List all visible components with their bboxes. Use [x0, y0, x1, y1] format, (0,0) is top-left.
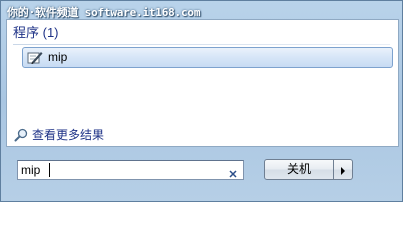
magnifier-icon: [14, 127, 28, 142]
see-more-results-link[interactable]: 查看更多结果: [14, 126, 104, 142]
shutdown-button[interactable]: 关机: [264, 159, 334, 180]
program-item-label: mip: [48, 50, 68, 64]
shutdown-button-group: 关机: [264, 159, 353, 180]
text-caret: [49, 163, 50, 177]
start-menu-search-panel: 你的·软件频道 software.it168.com 程序 (1) mip 查看…: [0, 0, 403, 202]
search-box[interactable]: [17, 160, 244, 180]
search-results-pane: 程序 (1) mip 查看更多结果: [6, 19, 399, 147]
program-item-mip[interactable]: mip: [22, 47, 393, 68]
pen-writing-icon: [27, 50, 43, 65]
triangle-right-icon: [340, 160, 346, 179]
section-divider: [13, 44, 390, 45]
watermark-text: 你的·软件频道 software.it168.com: [7, 6, 201, 19]
clear-x-icon[interactable]: [228, 164, 238, 178]
bottom-bar: 关机: [6, 148, 399, 196]
shutdown-options-button[interactable]: [334, 159, 353, 180]
programs-section-header: 程序 (1): [13, 25, 59, 40]
see-more-results-label: 查看更多结果: [32, 127, 105, 142]
